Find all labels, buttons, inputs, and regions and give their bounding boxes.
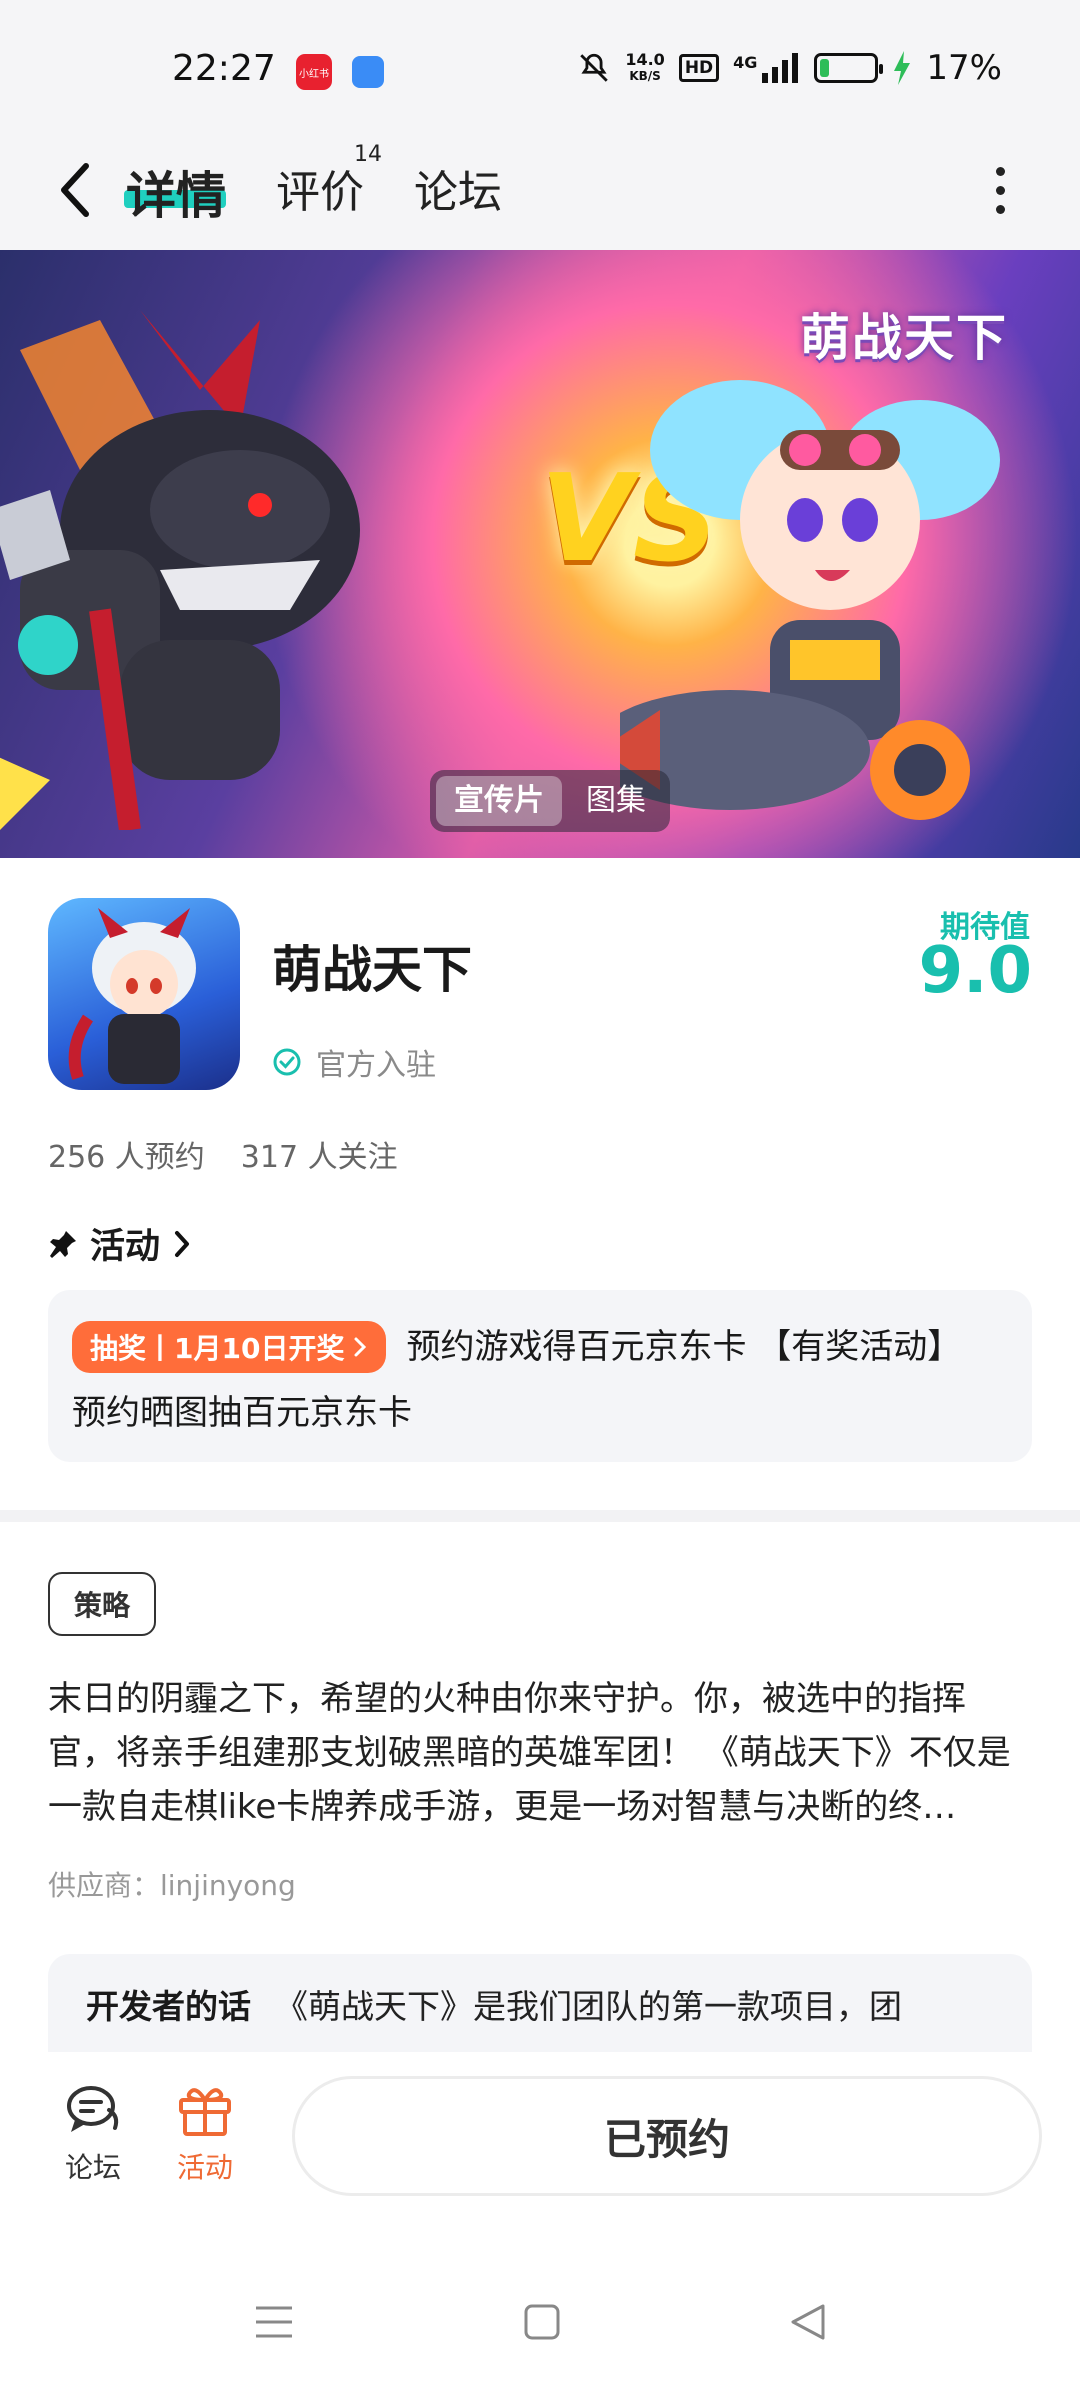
signal-icon: 4G [733,53,800,83]
promo-banner[interactable]: VS 萌战天下 宣传片 图集 [0,250,1080,858]
genre-tag-strategy[interactable]: 策略 [48,1572,156,1636]
app-notification-icon [352,56,384,88]
chevron-left-icon [61,163,89,217]
more-dot [995,204,1005,214]
developer-note-card[interactable]: 开发者的话 《萌战天下》是我们团队的第一款项目，团 [48,1954,1032,2054]
activity-subtitle: 预约晒图抽百元京东卡 [72,1393,412,1433]
lottery-tag[interactable]: 抽奖丨1月10日开奖 [72,1321,387,1373]
recent-apps-button[interactable] [244,2292,304,2352]
reviews-count-badge: 14 [354,142,382,167]
expectation-score: 9.0 [918,934,1032,1008]
segment-gallery[interactable]: 图集 [568,776,664,826]
game-description[interactable]: 末日的阴霾之下，希望的火种由你来守护。你，被选中的指挥官，将亲手组建那支划破黑暗… [48,1672,1032,1834]
battery-icon [814,53,884,83]
forum-button[interactable]: 论坛 [48,2082,138,2186]
app-icon [48,898,240,1090]
verified-check-icon [273,1048,301,1076]
home-button[interactable] [512,2292,572,2352]
triangle-back-icon [791,2304,825,2340]
reserved-button[interactable]: 已预约 [292,2076,1042,2196]
engineer-girl-character-art [620,380,1000,820]
network-speed: 14.0 KB/S [625,50,665,84]
follower-count: 317 人关注 [240,1140,398,1175]
status-bar: 22:27 小红书 14.0 KB/S HD 4G 17% [0,0,1080,130]
chevron-right-icon [354,1337,367,1357]
xiaohongshu-notification-icon: 小红书 [296,54,332,90]
gift-icon [179,2088,231,2136]
activity-section-header[interactable]: 活动 [48,1218,192,1269]
menu-icon [256,2306,292,2338]
dark-warrior-character-art [0,310,360,830]
reservation-count: 256 人预约 [48,1140,205,1175]
system-nav-bar [0,2252,1080,2400]
official-label: 官方入驻 [316,1048,436,1083]
activity-header-label: 活动 [90,1227,161,1267]
more-dot [995,166,1005,176]
activity-line: 抽奖丨1月10日开奖 预约游戏得百元京东卡 【有奖活动】 [72,1314,1008,1380]
hd-icon: HD [678,54,720,82]
tab-forum[interactable]: 论坛 [414,156,502,220]
battery-percent: 17% [926,48,1002,88]
tab-reviews[interactable]: 评价 [276,156,364,220]
charging-icon [894,51,911,85]
more-dot [995,185,1005,195]
back-button[interactable] [44,150,104,230]
activity-card[interactable]: 抽奖丨1月10日开奖 预约游戏得百元京东卡 【有奖活动】 预约晒图抽百元京东卡 [48,1290,1032,1462]
status-indicators: 14.0 KB/S HD 4G 17% [577,48,1002,88]
tab-details[interactable]: 详情 [126,156,226,228]
mute-icon [580,53,609,82]
pin-icon [50,1230,76,1258]
top-nav: 详情 评价 14 论坛 [0,130,1080,250]
activity-title: 预约游戏得百元京东卡 【有奖活动】 [406,1327,962,1367]
system-back-button[interactable] [778,2292,838,2352]
supplier-info: 供应商：linjinyong [48,1869,296,1902]
game-title-art: 萌战天下 [800,309,1008,367]
chevron-right-icon [175,1230,190,1257]
app-icon-character-art [68,908,196,1084]
media-segment-control: 宣传片 图集 [430,770,670,832]
chat-bubble-icon [67,2086,119,2132]
more-options-button[interactable] [980,154,1020,226]
status-time: 22:27 [172,48,276,89]
square-icon [524,2304,560,2340]
official-badge: 官方入驻 [272,1040,436,1084]
activity-button[interactable]: 活动 [160,2082,250,2186]
bottom-action-bar: 论坛 活动 已预约 [0,2052,1080,2252]
app-stats: 256 人预约 317 人关注 [48,1132,398,1176]
activity-label: 活动 [176,2151,233,2184]
developer-note-text: 《萌战天下》是我们团队的第一款项目，团 [275,1987,902,2026]
section-divider [0,1510,1080,1522]
developer-note-title: 开发者的话 [86,1987,251,2026]
forum-label: 论坛 [64,2151,121,2184]
segment-trailer[interactable]: 宣传片 [436,776,562,826]
app-name: 萌战天下 [272,941,472,999]
